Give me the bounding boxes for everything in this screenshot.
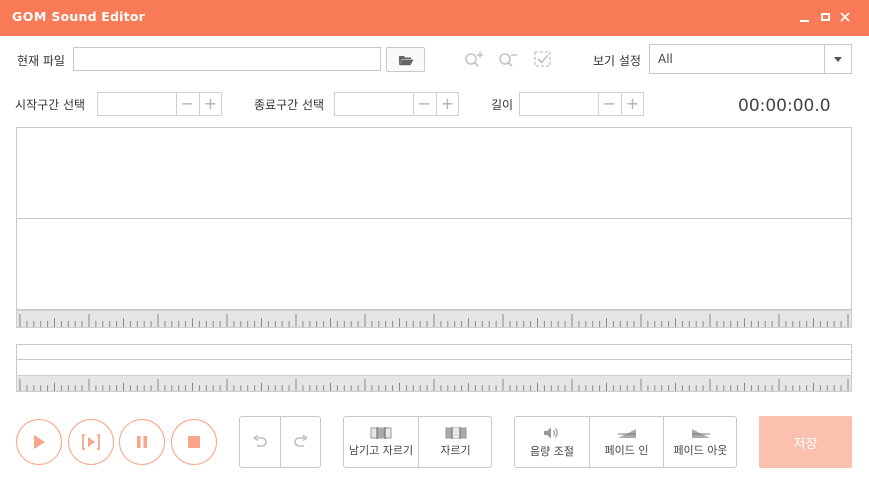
select-all-button[interactable]	[531, 48, 555, 70]
waveform-panel[interactable]	[16, 127, 852, 310]
cut-button[interactable]: 자르기	[419, 417, 492, 467]
dropdown-arrow[interactable]	[824, 45, 851, 73]
end-range-plus[interactable]: +	[436, 93, 458, 115]
play-button[interactable]	[16, 419, 62, 465]
pause-icon	[137, 436, 147, 448]
length-label: 길이	[491, 98, 514, 112]
overview-panel[interactable]	[16, 344, 852, 376]
minimize-button[interactable]	[795, 8, 813, 26]
play-icon	[34, 435, 45, 449]
redo-icon	[294, 435, 308, 447]
undo-icon	[253, 435, 267, 447]
length-minus[interactable]: −	[598, 93, 620, 115]
view-settings-value: All	[658, 52, 673, 66]
minimize-icon	[799, 20, 809, 22]
undo-redo-group	[239, 416, 321, 468]
trim-keep-button[interactable]: 남기고 자르기	[344, 417, 418, 467]
app-title: GOM Sound Editor	[12, 9, 145, 24]
time-ruler[interactable]	[16, 310, 852, 328]
fade-out-label: 페이드 아웃	[673, 443, 728, 457]
play-selection-button[interactable]	[68, 419, 114, 465]
pause-button[interactable]	[119, 419, 165, 465]
speaker-icon	[544, 427, 558, 438]
ruler-ticks	[19, 314, 849, 327]
fade-in-button[interactable]: 페이드 인	[590, 417, 663, 467]
check-select-icon	[534, 51, 551, 67]
effects-group: 음량 조절 페이드 인 페이드 아웃	[514, 416, 737, 468]
start-range-minus[interactable]: −	[176, 93, 198, 115]
start-range-stepper[interactable]: − +	[97, 92, 222, 116]
view-settings-label: 보기 설정	[593, 54, 641, 68]
maximize-button[interactable]	[816, 8, 834, 26]
end-range-stepper[interactable]: − +	[334, 92, 459, 116]
close-icon	[840, 12, 850, 22]
zoom-out-button[interactable]	[497, 48, 521, 70]
title-bar: GOM Sound Editor	[0, 0, 869, 36]
undo-button[interactable]	[240, 417, 280, 467]
zoom-in-icon	[465, 52, 483, 67]
volume-button[interactable]: 음량 조절	[515, 417, 589, 467]
fade-out-icon	[691, 428, 710, 438]
fade-in-label: 페이드 인	[604, 443, 649, 457]
redo-button[interactable]	[281, 417, 321, 467]
end-range-minus[interactable]: −	[413, 93, 435, 115]
maximize-icon	[820, 13, 830, 21]
folder-open-icon	[398, 55, 413, 65]
length-plus[interactable]: +	[621, 93, 643, 115]
cut-label: 자르기	[440, 443, 471, 457]
overview-divider	[17, 359, 851, 360]
channel-divider	[17, 218, 851, 219]
zoom-out-icon	[499, 53, 517, 67]
timecode-display: 00:00:00.0	[738, 96, 831, 116]
current-file-label: 현재 파일	[17, 54, 65, 68]
length-stepper[interactable]: − +	[519, 92, 644, 116]
chevron-down-icon	[834, 56, 842, 62]
stop-icon	[188, 436, 200, 448]
current-file-field[interactable]	[73, 47, 381, 71]
volume-label: 음량 조절	[530, 444, 574, 458]
overview-ruler[interactable]	[16, 375, 852, 392]
trim-keep-icon	[370, 426, 392, 439]
cut-icon	[445, 426, 466, 439]
view-settings-select[interactable]: All	[649, 44, 852, 74]
fade-out-button[interactable]: 페이드 아웃	[664, 417, 737, 467]
cut-group: 남기고 자르기 자르기	[343, 416, 492, 468]
close-button[interactable]	[836, 8, 854, 26]
open-file-button[interactable]	[386, 47, 425, 72]
zoom-in-button[interactable]	[463, 48, 487, 70]
start-range-plus[interactable]: +	[199, 93, 221, 115]
fade-in-icon	[617, 428, 636, 438]
start-range-label: 시작구간 선택	[15, 98, 86, 112]
end-range-label: 종료구간 선택	[254, 98, 325, 112]
play-selection-icon	[82, 434, 100, 450]
save-button[interactable]: 저장	[759, 416, 852, 468]
overview-ruler-ticks	[19, 379, 849, 391]
stop-button[interactable]	[171, 419, 217, 465]
trim-keep-label: 남기고 자르기	[348, 443, 414, 457]
